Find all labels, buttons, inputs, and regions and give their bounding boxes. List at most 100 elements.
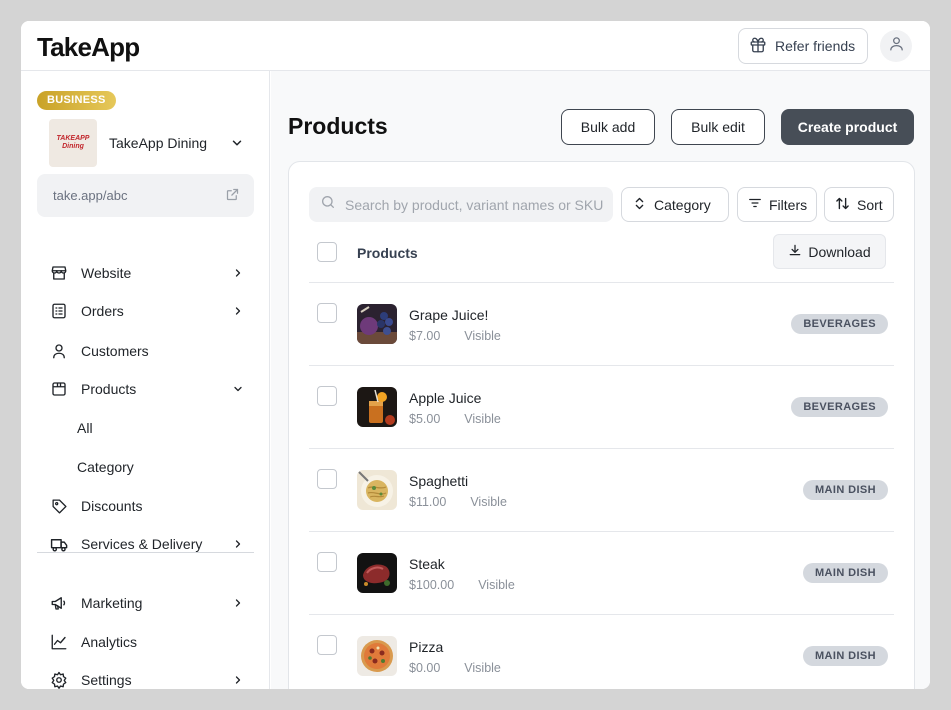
category-tag: MAIN DISH [802, 563, 888, 583]
product-meta: $7.00 Visible [409, 329, 501, 343]
tag-icon [49, 496, 69, 516]
download-label: Download [808, 243, 871, 260]
product-status: Visible [470, 495, 507, 509]
chevron-right-icon [231, 266, 245, 280]
table-row[interactable]: Apple Juice $5.00 Visible BEVERAGES [289, 366, 916, 449]
select-all-checkbox[interactable] [317, 242, 337, 262]
sort-label: Sort [857, 196, 883, 213]
row-checkbox[interactable] [317, 552, 337, 572]
top-bar: TakeApp Refer friends [21, 21, 930, 71]
refer-friends-button[interactable]: Refer friends [738, 28, 868, 64]
category-filter-button[interactable]: Category [621, 187, 729, 222]
product-meta: $100.00 Visible [409, 578, 515, 592]
table-row[interactable]: Pizza $0.00 Visible MAIN DISH [289, 615, 916, 689]
sidebar-item-label: Discounts [81, 498, 143, 514]
main-content: Products Bulk add Bulk edit Create produ… [271, 71, 930, 689]
store-icon [49, 263, 69, 283]
external-link-icon[interactable] [225, 187, 240, 205]
sidebar-item-label: Customers [81, 343, 149, 359]
sort-button[interactable]: Sort [824, 187, 894, 222]
product-name[interactable]: Grape Juice! [409, 307, 488, 323]
sidebar-item-analytics[interactable]: Analytics [49, 630, 245, 654]
product-image-spaghetti [357, 470, 397, 510]
gift-icon [749, 36, 767, 57]
filter-lines-icon [748, 196, 762, 213]
chart-line-icon [49, 632, 69, 652]
product-price: $100.00 [409, 578, 455, 592]
sidebar-subitem-all[interactable]: All [77, 420, 93, 436]
chevron-right-icon [231, 596, 245, 610]
chevron-right-icon [231, 673, 245, 687]
download-button[interactable]: Download [773, 234, 886, 269]
store-url-box[interactable]: take.app/abc [37, 174, 254, 217]
sidebar-item-label: Orders [81, 303, 124, 319]
plan-badge: BUSINESS [37, 91, 116, 110]
store-name: TakeApp Dining [109, 135, 208, 151]
row-checkbox[interactable] [317, 386, 337, 406]
filters-label: Filters [769, 196, 808, 213]
refer-friends-label: Refer friends [775, 38, 856, 54]
sidebar-item-settings[interactable]: Settings [49, 668, 245, 689]
sidebar-item-label: Website [81, 265, 132, 281]
store-switcher[interactable]: TAKEAPP Dining TakeApp Dining [49, 119, 245, 167]
product-meta: $5.00 Visible [409, 412, 501, 426]
product-price: $5.00 [409, 412, 441, 426]
filters-button[interactable]: Filters [737, 187, 817, 222]
download-icon [788, 243, 802, 260]
chevron-up-down-icon [632, 196, 647, 214]
sidebar-item-orders[interactable]: Orders [49, 299, 245, 323]
search-box[interactable] [309, 187, 613, 222]
bulk-add-button[interactable]: Bulk add [561, 109, 655, 145]
category-tag: BEVERAGES [791, 397, 888, 417]
sidebar: BUSINESS TAKEAPP Dining TakeApp Dining t… [21, 71, 270, 689]
chevron-right-icon [231, 537, 245, 551]
product-price: $11.00 [409, 495, 447, 509]
user-avatar-button[interactable] [880, 30, 912, 62]
sidebar-item-customers[interactable]: Customers [49, 339, 245, 363]
truck-icon [49, 534, 69, 554]
sidebar-subitem-category[interactable]: Category [77, 459, 134, 475]
product-name[interactable]: Apple Juice [409, 390, 481, 406]
product-name[interactable]: Pizza [409, 639, 443, 655]
product-meta: $0.00 Visible [409, 661, 501, 675]
product-name[interactable]: Spaghetti [409, 473, 468, 489]
chevron-right-icon [231, 304, 245, 318]
product-image-pizza [357, 636, 397, 676]
sort-arrows-icon [835, 196, 850, 214]
bulk-edit-button[interactable]: Bulk edit [671, 109, 765, 145]
gear-icon [49, 670, 69, 689]
row-checkbox[interactable] [317, 635, 337, 655]
chevron-down-icon [231, 382, 245, 396]
search-input[interactable] [345, 196, 605, 213]
box-icon [49, 379, 69, 399]
create-product-button[interactable]: Create product [781, 109, 914, 145]
product-image-steak [357, 553, 397, 593]
row-checkbox[interactable] [317, 303, 337, 323]
table-row[interactable]: Grape Juice! $7.00 Visible BEVERAGES [289, 283, 916, 366]
category-tag: BEVERAGES [791, 314, 888, 334]
store-logo-line-2: Dining [62, 143, 84, 150]
sidebar-item-website[interactable]: Website [49, 261, 245, 285]
user-icon [49, 341, 69, 361]
search-icon [320, 194, 336, 215]
product-price: $0.00 [409, 661, 441, 675]
store-logo: TAKEAPP Dining [49, 119, 97, 167]
product-image-grape [357, 304, 397, 344]
table-row[interactable]: Spaghetti $11.00 Visible MAIN DISH [289, 449, 916, 532]
sidebar-item-discounts[interactable]: Discounts [49, 494, 245, 518]
app-logo[interactable]: TakeApp [37, 32, 140, 63]
product-status: Visible [464, 661, 501, 675]
page-title: Products [288, 113, 388, 139]
megaphone-icon [49, 593, 69, 613]
product-status: Visible [464, 412, 501, 426]
products-card: Category Filters Sort Products Do [288, 161, 915, 689]
sidebar-item-products[interactable]: Products [49, 377, 245, 401]
row-checkbox[interactable] [317, 469, 337, 489]
product-price: $7.00 [409, 329, 441, 343]
sidebar-item-label: Analytics [81, 634, 138, 650]
table-row[interactable]: Steak $100.00 Visible MAIN DISH [289, 532, 916, 615]
column-header-products: Products [357, 245, 418, 261]
sidebar-item-marketing[interactable]: Marketing [49, 591, 245, 615]
product-image-apple [357, 387, 397, 427]
product-name[interactable]: Steak [409, 556, 445, 572]
